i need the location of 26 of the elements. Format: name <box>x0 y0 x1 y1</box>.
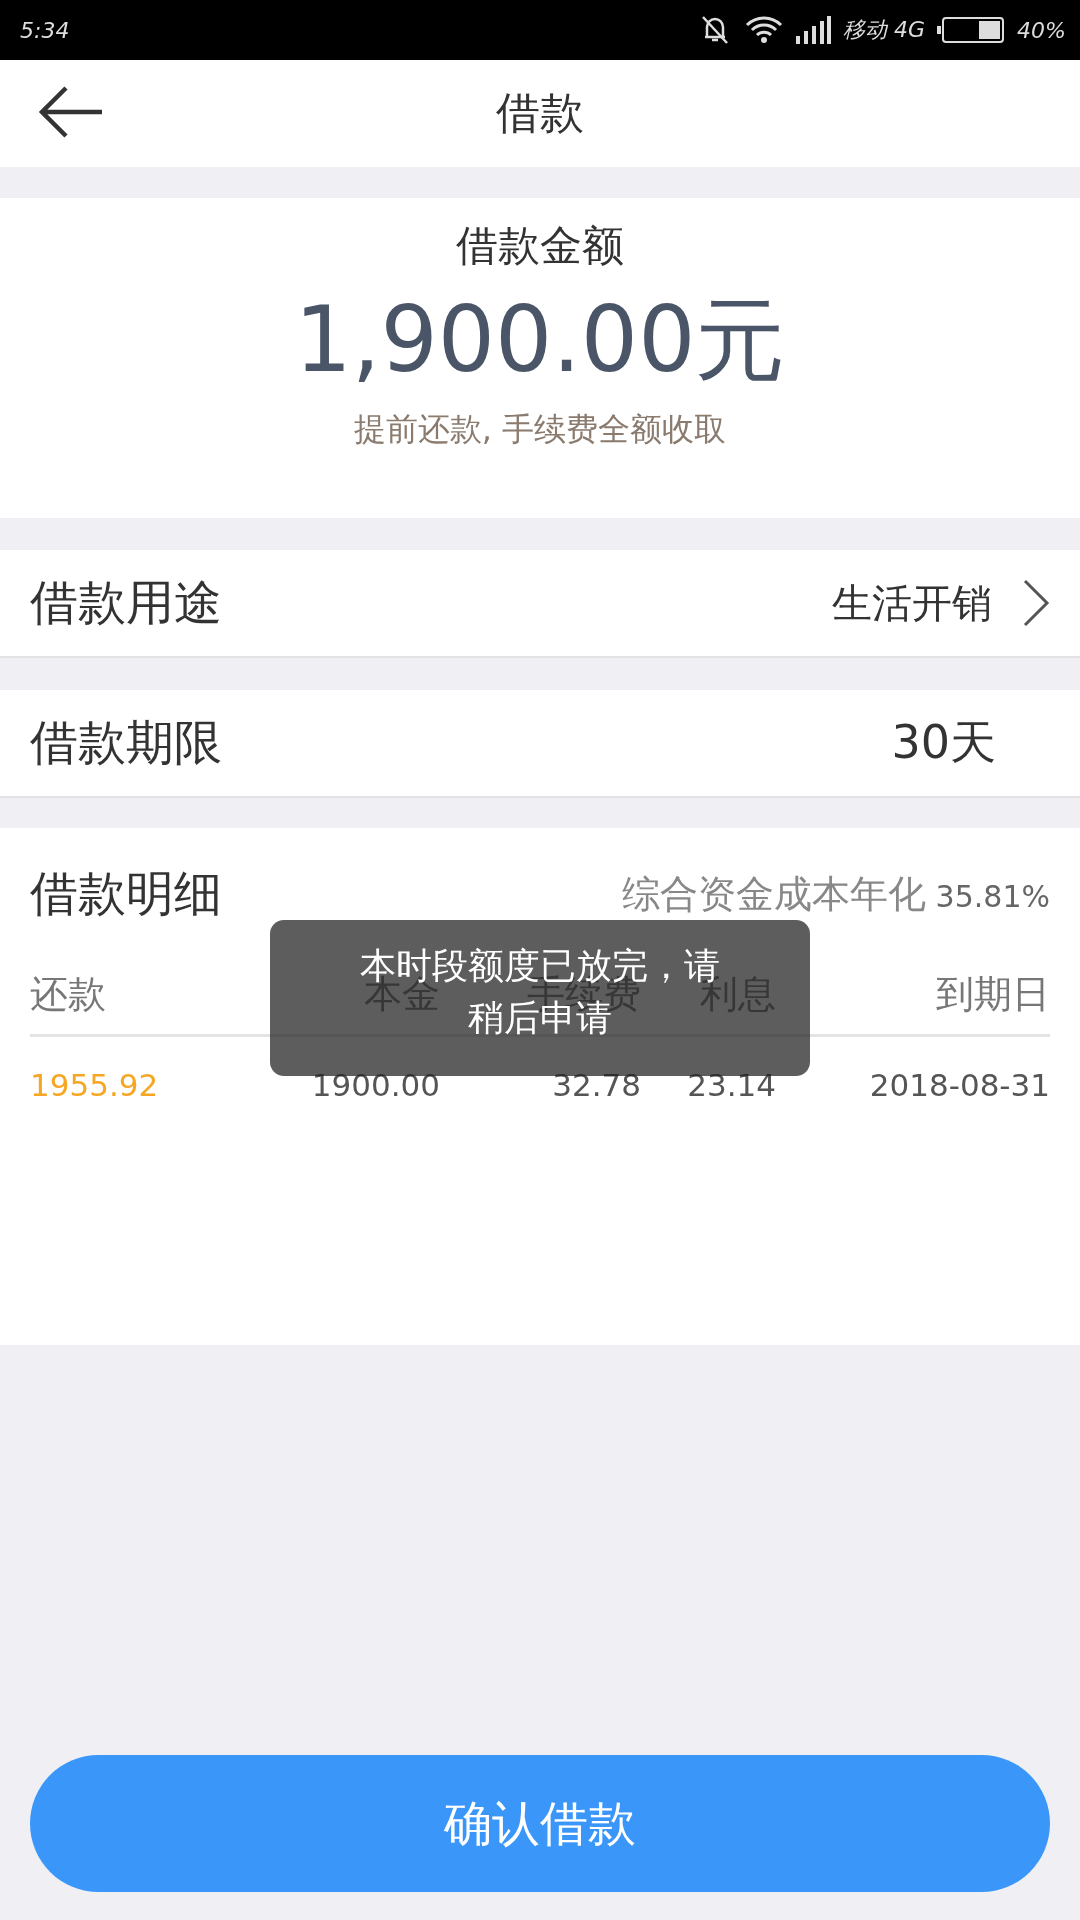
table-cell-text: 2018-08-31 <box>868 1066 1050 1103</box>
table-cell-text: 1955.92 <box>30 1066 160 1103</box>
column-header: 还款 <box>30 974 106 1016</box>
column-header: 到期日 <box>936 974 1050 1016</box>
row-label: 借款期限 <box>30 713 222 772</box>
amount-label: 借款金额 <box>456 220 624 272</box>
row-value: 30天 <box>891 714 996 771</box>
rate-label: 综合资金成本年化 <box>621 870 926 918</box>
page-title: 借款 <box>496 86 584 140</box>
battery-icon <box>937 16 1006 44</box>
form-row[interactable]: 借款用途 生活开销 <box>0 550 1080 658</box>
table-cell-text: 1900.00 <box>310 1066 440 1103</box>
table-cell-text: 23.14 <box>686 1066 776 1103</box>
battery-percent: 40% <box>1017 17 1066 43</box>
row-value: 生活开销 <box>832 578 992 628</box>
carrier-label: 移动 4G <box>843 16 926 44</box>
wifi-icon <box>745 15 784 45</box>
row-label: 借款用途 <box>30 573 222 632</box>
rate-value: 35.81% <box>935 878 1050 914</box>
signal-icon <box>795 16 832 44</box>
amount-note: 提前还款, 手续费全额收取 <box>353 409 727 450</box>
amount-value: 1,900.00元 <box>294 286 786 394</box>
status-time: 5:34 <box>20 17 70 43</box>
table-cell-text: 32.78 <box>551 1066 641 1103</box>
details-title: 借款明细 <box>30 864 222 923</box>
chevron-right-icon <box>1022 579 1050 627</box>
